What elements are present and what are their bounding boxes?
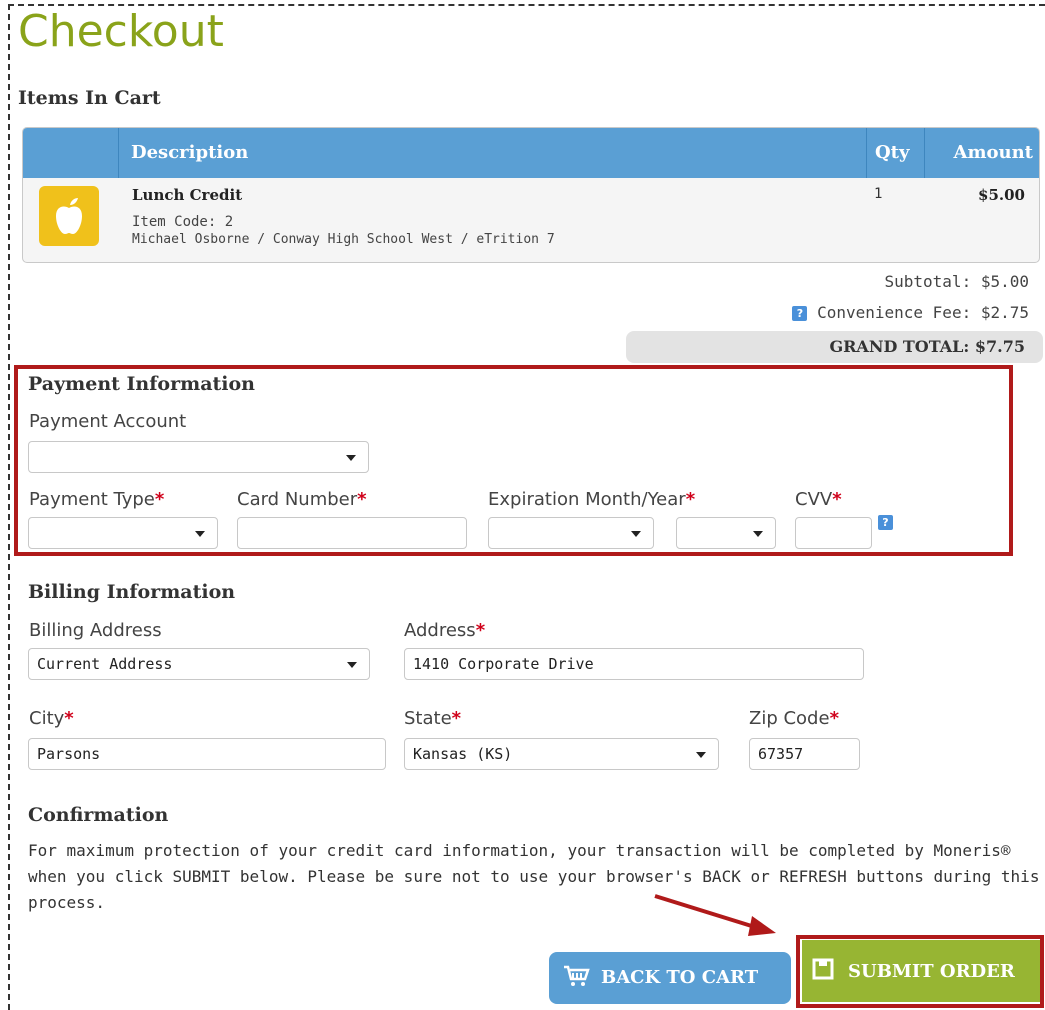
submit-highlight-box <box>796 935 1044 1008</box>
annotation-arrow-icon <box>654 894 776 936</box>
cart-icon <box>564 965 590 986</box>
back-to-cart-button[interactable]: BACK TO CART <box>549 952 791 1004</box>
